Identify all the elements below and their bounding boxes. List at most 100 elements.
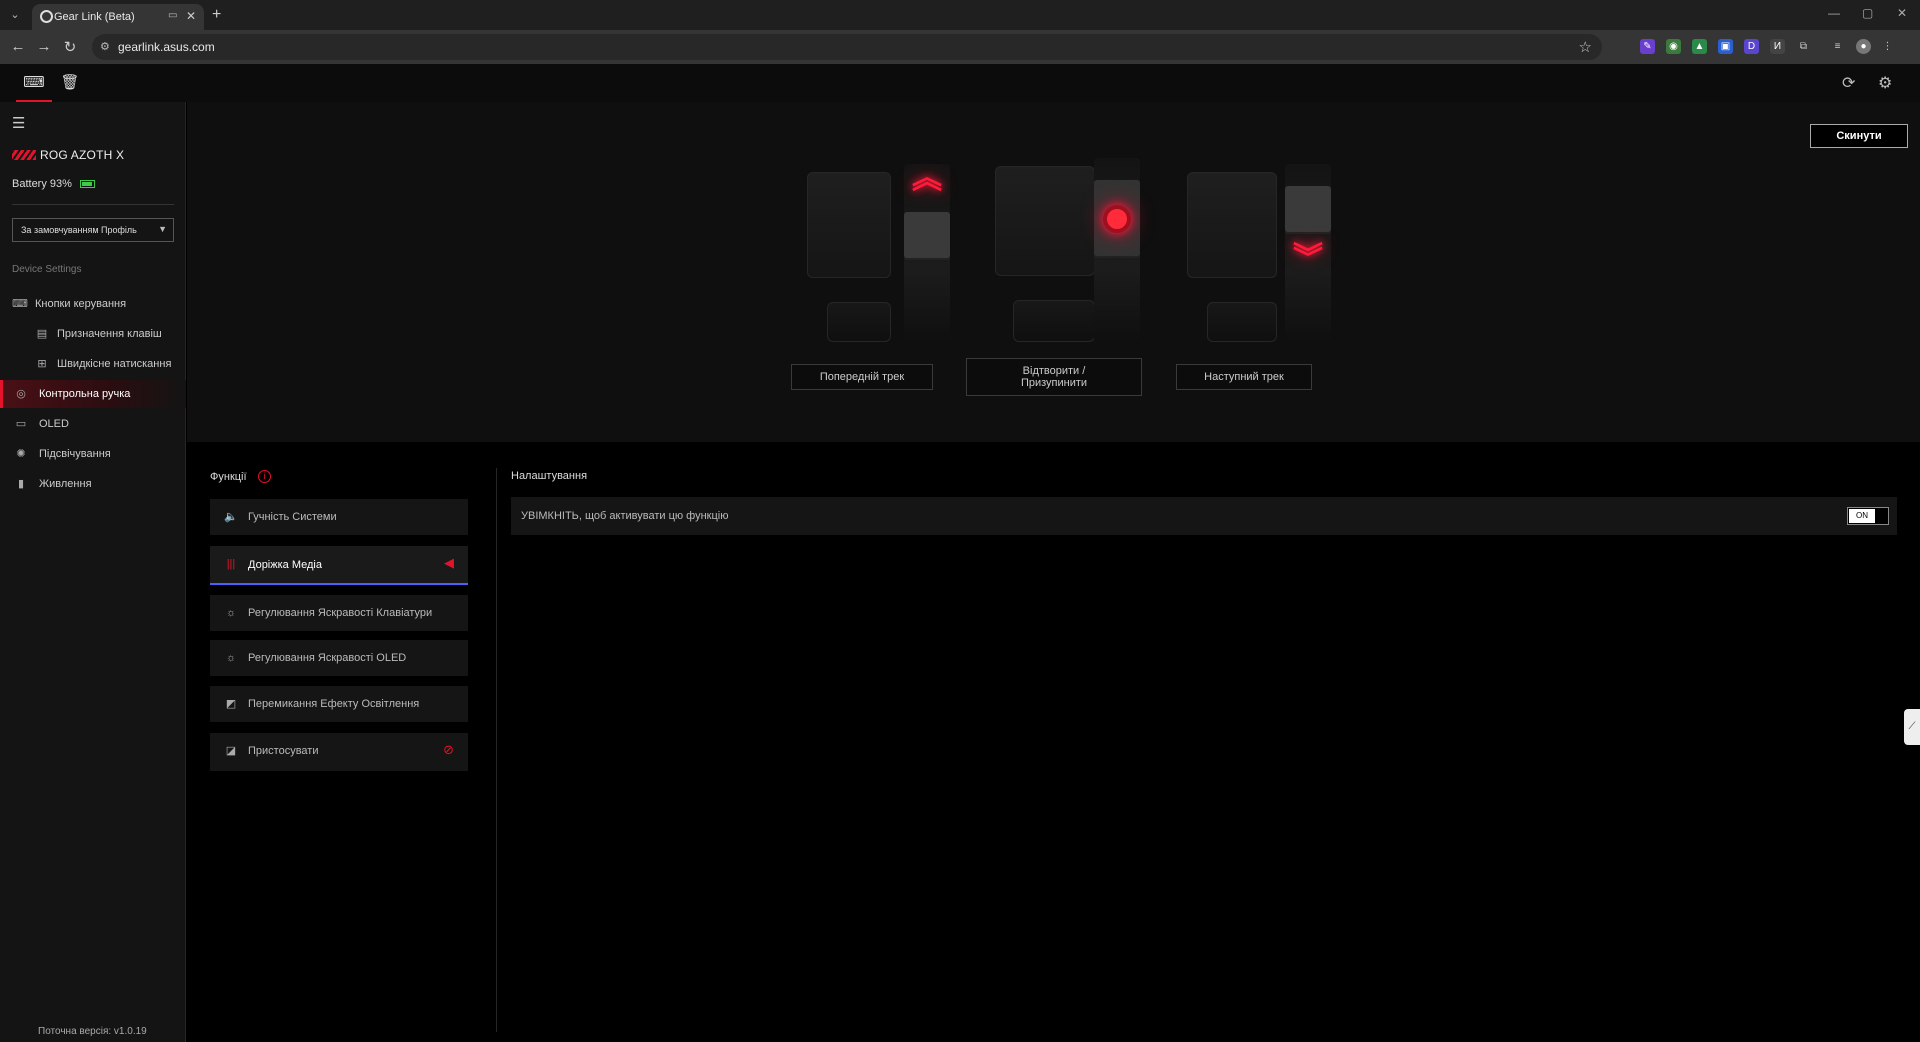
sidebar-item-rapid-trigger[interactable]: ⊞ Швидкісне натискання [0,350,186,378]
profile-select[interactable]: За замовчуванням Профіль ▼ [12,218,174,242]
url-text: gearlink.asus.com [118,40,215,54]
function-label: Регулювання Яскравості Клавіатури [248,607,433,619]
knob-track: ︾ [1285,164,1331,342]
extension-icon[interactable]: И [1770,39,1785,54]
action-prev-track: Попередній трек [791,364,933,390]
reset-button[interactable]: Скинути [1810,124,1908,148]
knob-preview: ︽ ︾ Попередній трек Відтворити / Призупи… [187,102,1920,442]
tab-title: Gear Link (Beta) [54,11,135,23]
function-label: Пристосувати [248,745,319,757]
sidebar-item-keymap[interactable]: ▤ Призначення клавіш [0,320,186,348]
sidebar-item-power[interactable]: ▮ Живлення [0,470,186,498]
sidebar-item-label: Живлення [39,478,92,490]
function-system-volume[interactable]: 🔈 Гучність Системи [210,499,468,535]
reload-icon[interactable]: ↻ [60,38,80,56]
bookmark-star-icon[interactable]: ☆ [1579,38,1592,56]
action-next-track: Наступний трек [1176,364,1312,390]
browser-tab[interactable]: Gear Link (Beta) ▭ ✕ [32,4,204,30]
sidebar-item-controls[interactable]: ⌨ Кнопки керування [0,290,186,318]
keyboard-icon: ⌨ [12,298,28,310]
extension-icon[interactable]: ✎ [1640,39,1655,54]
function-customize[interactable]: ◪ Пристосувати ⊘ [210,733,468,771]
address-bar[interactable]: ⚙ gearlink.asus.com ☆ [92,34,1602,60]
chevron-down-icon: ▼ [158,224,167,234]
sidebar-item-lighting[interactable]: ✺ Підсвічування [0,440,186,468]
version-text: Поточна версія: v1.0.19 [38,1026,147,1037]
chevron-up-icon: ︽ [912,162,942,195]
menu-icon[interactable]: ☰ [12,114,25,132]
toggle-state: ON [1849,509,1875,523]
extensions-puzzle-icon[interactable]: ⧉ [1796,39,1811,54]
new-tab-button[interactable]: + [212,6,221,24]
keycap [1187,172,1277,278]
divider [496,468,497,1032]
chevron-down-icon: ︾ [1293,242,1323,275]
lighting-icon: ✺ [16,448,26,460]
divider [12,204,174,205]
knob-track: ︽ [904,164,950,342]
tab-search-icon[interactable]: ⌄ [6,6,24,24]
close-window-icon[interactable]: ✕ [1897,6,1907,20]
media-control-icon[interactable]: ≡ [1830,39,1845,54]
memory-saver-icon: ▭ [168,10,178,21]
function-lighting-effect[interactable]: ◩ Перемикання Ефекту Освітлення [210,686,468,722]
feedback-handle-icon[interactable]: ⟋ [1904,709,1920,745]
keycap [807,172,891,278]
rapid-trigger-icon: ⊞ [37,358,47,370]
function-media-track[interactable]: ||| Доріжка Медіа ◀ [210,546,468,585]
keycap [1013,300,1095,342]
function-oled-brightness[interactable]: ☼ Регулювання Яскравості OLED [210,640,468,676]
forward-icon[interactable]: → [34,38,54,55]
profile-select-value: За замовчуванням Профіль [21,225,137,235]
lighting-effect-icon: ◩ [225,698,237,710]
extension-icon[interactable]: ◉ [1666,39,1681,54]
info-icon[interactable]: i [258,470,271,483]
extension-icon[interactable]: ▲ [1692,39,1707,54]
device-tab-icon[interactable]: ⌨ [16,64,52,102]
function-label: Перемикання Ефекту Освітлення [248,698,420,710]
sidebar-item-label: Кнопки керування [35,298,127,310]
function-label: Доріжка Медіа [248,559,322,571]
sidebar: ☰ ROG AZOTH X Battery 93% За замовчуванн… [0,102,186,1042]
sidebar-item-label: OLED [39,418,69,430]
brightness-icon: ☼ [225,652,237,664]
browser-tab-bar: ⌄ Gear Link (Beta) ▭ ✕ + — ▢ ✕ [0,0,1920,30]
keycap [827,302,891,342]
maximize-icon[interactable]: ▢ [1862,6,1873,20]
brightness-icon: ☼ [225,607,237,619]
device-name: ROG AZOTH X [40,148,125,162]
sync-icon[interactable]: ⟳ [1842,73,1855,93]
browser-menu-icon[interactable]: ⋮ [1880,39,1895,54]
battery-label: Battery 93% [12,178,72,190]
minimize-icon[interactable]: — [1828,6,1840,20]
press-indicator-icon [1103,205,1131,233]
favicon-icon [40,10,53,23]
section-label: Device Settings [12,264,82,275]
extension-icon[interactable]: ▣ [1718,39,1733,54]
sidebar-item-knob[interactable]: ◎ Контрольна ручка [0,380,186,408]
store-tab-icon[interactable]: 🗑 [52,64,88,102]
extension-icon[interactable]: D [1744,39,1759,54]
keycap [995,166,1095,276]
keymap-icon: ▤ [36,328,48,340]
function-keyboard-brightness[interactable]: ☼ Регулювання Яскравості Клавіатури [210,595,468,631]
knob-cap [904,212,950,260]
sidebar-item-label: Підсвічування [39,448,111,460]
functions-title: Функції [210,471,247,483]
site-info-icon[interactable]: ⚙ [100,40,110,53]
sidebar-item-oled[interactable]: ▭ OLED [0,410,186,438]
keycap [1207,302,1277,342]
profile-avatar-icon[interactable]: ● [1856,39,1871,54]
oled-icon: ▭ [15,418,27,430]
selected-marker-icon: ◀ [444,555,454,570]
media-track-icon: ||| [226,558,236,570]
browser-toolbar: ← → ↻ ⚙ gearlink.asus.com ☆ ✎ ◉ ▲ ▣ D И … [0,30,1920,64]
close-tab-icon[interactable]: ✕ [186,9,196,23]
enable-toggle[interactable]: ON [1847,507,1889,525]
battery-icon: ▮ [17,478,25,490]
settings-gear-icon[interactable]: ⚙ [1878,73,1892,93]
disabled-icon: ⊘ [443,742,454,757]
sidebar-item-label: Контрольна ручка [39,388,131,400]
volume-icon: 🔈 [224,511,238,523]
back-icon[interactable]: ← [8,38,28,55]
